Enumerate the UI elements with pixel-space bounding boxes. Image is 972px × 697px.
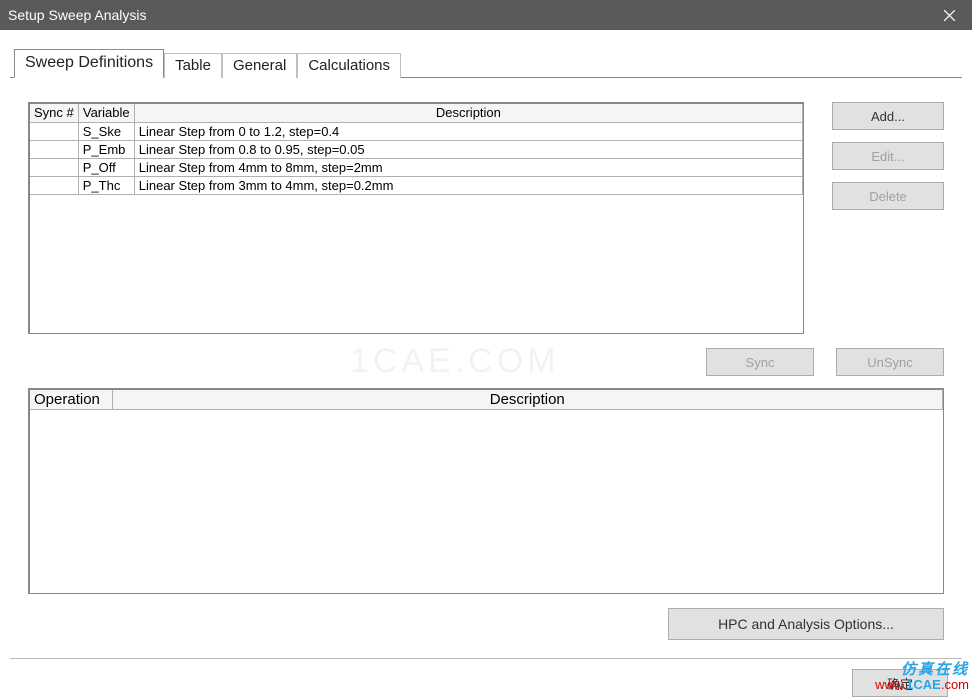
delete-button[interactable]: Delete <box>832 182 944 210</box>
close-button[interactable] <box>927 0 972 30</box>
cell-description[interactable]: Linear Step from 4mm to 8mm, step=2mm <box>134 158 802 176</box>
cell-variable[interactable]: P_Off <box>78 158 134 176</box>
table-row[interactable]: S_SkeLinear Step from 0 to 1.2, step=0.4 <box>30 122 803 140</box>
ok-button[interactable]: 确定 <box>852 669 948 697</box>
cell-sync[interactable] <box>30 158 78 176</box>
tab-bar: Sweep Definitions Table General Calculat… <box>14 48 962 77</box>
hpc-options-button[interactable]: HPC and Analysis Options... <box>668 608 944 640</box>
col-header-sync[interactable]: Sync # <box>30 104 78 122</box>
tab-general[interactable]: General <box>222 53 297 78</box>
col-header-op-description[interactable]: Description <box>112 390 943 409</box>
sweep-definitions-grid[interactable]: Sync # Variable Description S_SkeLinear … <box>28 102 804 334</box>
edit-button[interactable]: Edit... <box>832 142 944 170</box>
sync-button[interactable]: Sync <box>706 348 814 376</box>
window-title: Setup Sweep Analysis <box>8 7 927 23</box>
cell-description[interactable]: Linear Step from 0 to 1.2, step=0.4 <box>134 122 802 140</box>
table-row[interactable]: P_EmbLinear Step from 0.8 to 0.95, step=… <box>30 140 803 158</box>
add-button[interactable]: Add... <box>832 102 944 130</box>
cell-description[interactable]: Linear Step from 0.8 to 0.95, step=0.05 <box>134 140 802 158</box>
cell-sync[interactable] <box>30 122 78 140</box>
tab-calculations[interactable]: Calculations <box>297 53 401 78</box>
cell-variable[interactable]: P_Emb <box>78 140 134 158</box>
titlebar: Setup Sweep Analysis <box>0 0 972 30</box>
cell-description[interactable]: Linear Step from 3mm to 4mm, step=0.2mm <box>134 176 802 194</box>
col-header-description[interactable]: Description <box>134 104 802 122</box>
cell-variable[interactable]: P_Thc <box>78 176 134 194</box>
table-row[interactable]: P_ThcLinear Step from 3mm to 4mm, step=0… <box>30 176 803 194</box>
cell-variable[interactable]: S_Ske <box>78 122 134 140</box>
operations-grid[interactable]: Operation Description <box>28 388 944 594</box>
col-header-variable[interactable]: Variable <box>78 104 134 122</box>
table-row[interactable]: P_OffLinear Step from 4mm to 8mm, step=2… <box>30 158 803 176</box>
cell-sync[interactable] <box>30 176 78 194</box>
tab-sweep-definitions[interactable]: Sweep Definitions <box>14 49 164 78</box>
close-icon <box>944 10 955 21</box>
col-header-operation[interactable]: Operation <box>30 390 112 409</box>
tab-table[interactable]: Table <box>164 53 222 78</box>
unsync-button[interactable]: UnSync <box>836 348 944 376</box>
cell-sync[interactable] <box>30 140 78 158</box>
